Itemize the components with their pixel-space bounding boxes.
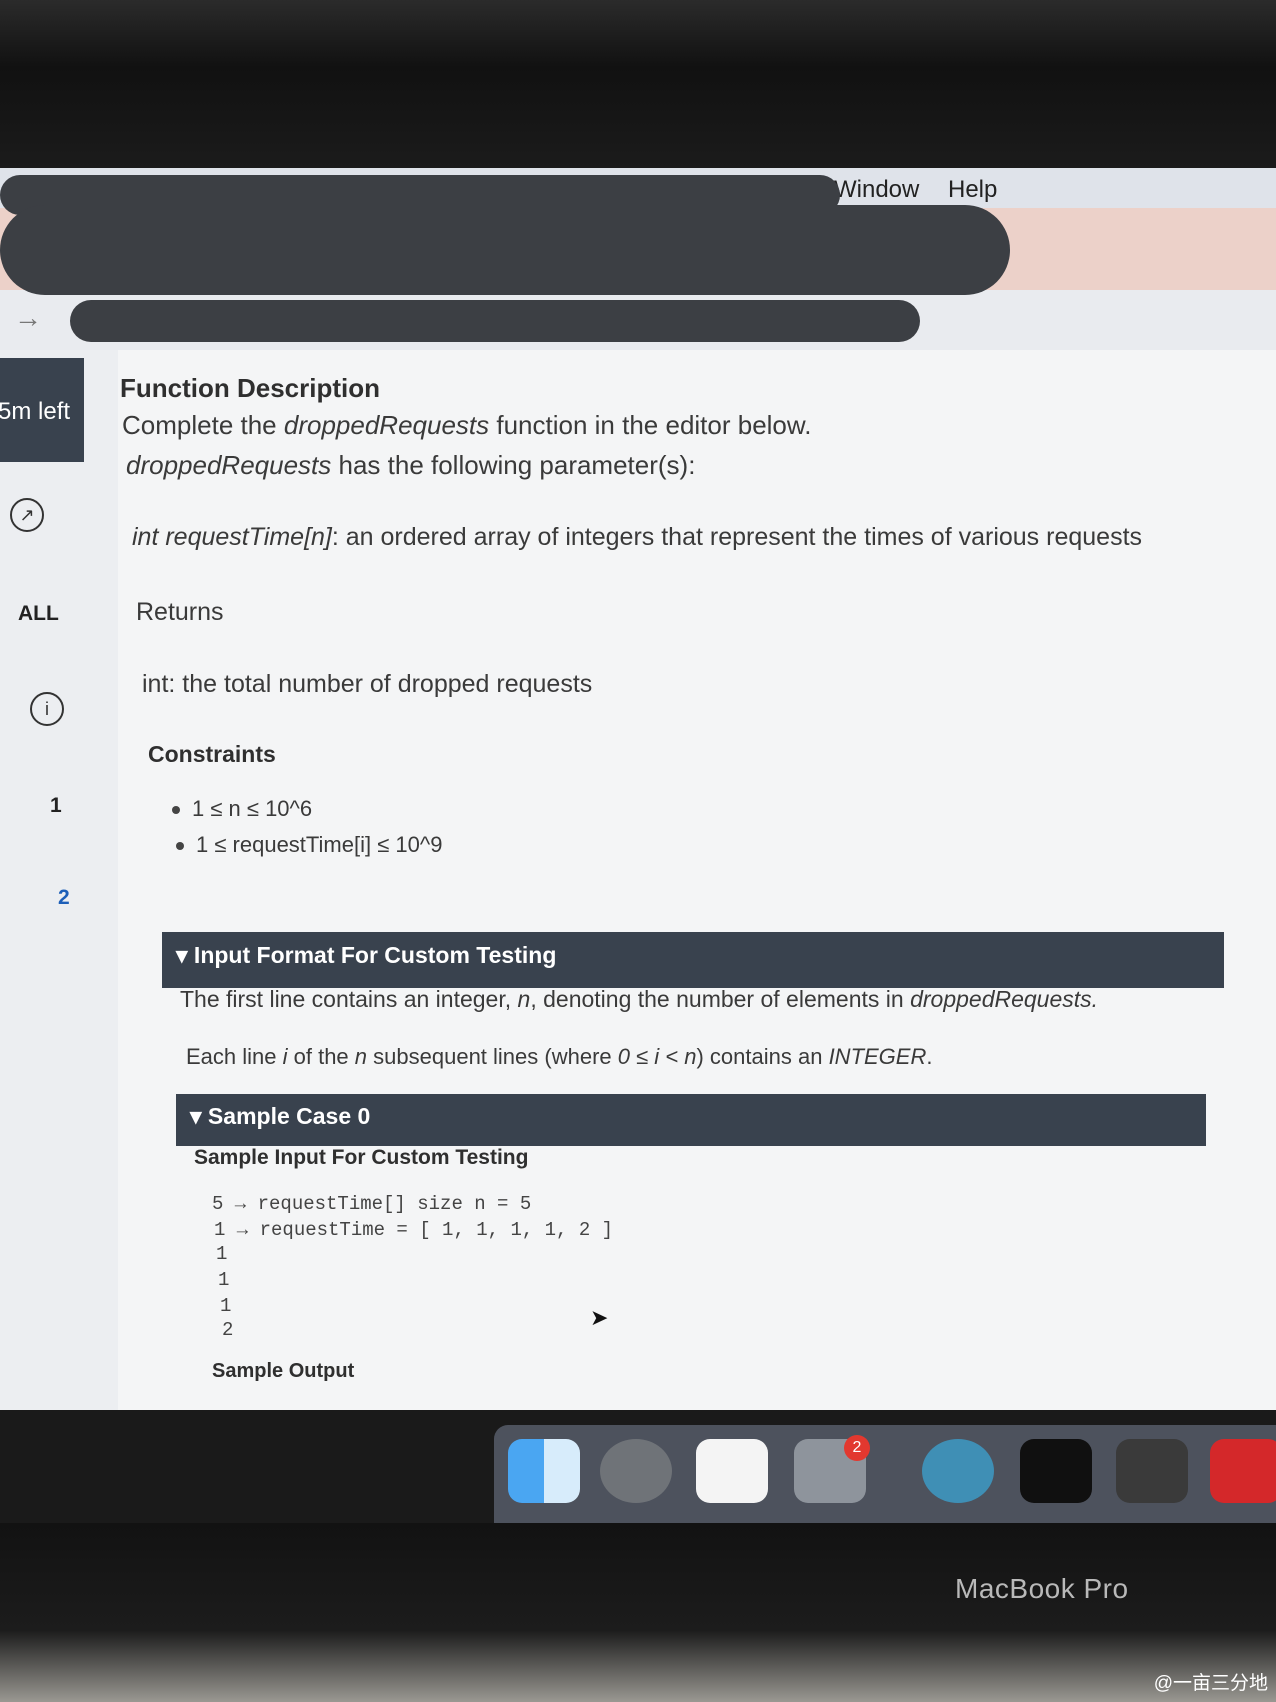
constraints-heading: Constraints — [148, 741, 276, 767]
reminders-icon[interactable] — [696, 1439, 768, 1503]
constraint-2: 1 ≤ requestTime[i] ≤ 10^9 — [196, 832, 443, 857]
input-format-title: ▾ Input Format For Custom Testing — [176, 942, 557, 968]
fd-line-1: Complete the droppedRequests function in… — [122, 410, 812, 440]
info-icon[interactable]: i — [30, 692, 64, 726]
back-arrow-icon[interactable]: → — [14, 302, 42, 334]
sample-output-heading: Sample Output — [212, 1360, 355, 1382]
input-format-line-2: Each line i of the n subsequent lines (w… — [186, 1044, 933, 1069]
sample-input-heading: Sample Input For Custom Testing — [194, 1146, 529, 1169]
returns-heading: Returns — [136, 598, 224, 626]
timer-text: 5m left — [0, 398, 71, 425]
menu-window[interactable]: Window — [834, 176, 919, 204]
function-description-heading: Function Description — [120, 373, 380, 403]
launchpad-icon[interactable] — [600, 1439, 672, 1503]
redaction-mark — [70, 300, 920, 342]
timer-badge: 5m left — [0, 358, 84, 462]
fd-line-2: droppedRequests has the following parame… — [126, 450, 696, 480]
sublime-text-icon[interactable] — [1116, 1439, 1188, 1503]
sample-input-line: 5 → requestTime[] size n = 5 — [212, 1193, 532, 1215]
sample-case-0-header[interactable]: ▾ Sample Case 0 — [176, 1094, 1206, 1146]
returns-text: int: the total number of dropped request… — [142, 670, 593, 698]
network-app-icon[interactable] — [922, 1439, 994, 1503]
sample-input-line: 1 — [218, 1269, 230, 1291]
notification-badge: 2 — [844, 1435, 870, 1461]
sample-input-line: 1 — [216, 1243, 228, 1265]
parameter-description: int requestTime[n]: an ordered array of … — [132, 523, 1143, 551]
bullet — [176, 842, 184, 850]
sidebar-item-2[interactable]: 2 — [58, 886, 70, 910]
menu-help[interactable]: Help — [948, 176, 997, 204]
input-format-header[interactable]: ▾ Input Format For Custom Testing — [162, 932, 1224, 988]
share-icon[interactable]: ↗ — [10, 498, 44, 532]
sidebar-item-1[interactable]: 1 — [50, 794, 62, 818]
watermark: @一亩三分地 — [1153, 1673, 1268, 1694]
redaction-mark — [0, 205, 1010, 295]
terminal-icon[interactable] — [1020, 1439, 1092, 1503]
sample-input-line: 2 — [222, 1319, 234, 1341]
bullet — [172, 806, 180, 814]
laptop-bezel-top — [0, 0, 1276, 168]
acrobat-icon[interactable] — [1210, 1439, 1276, 1503]
dock: 2 — [494, 1425, 1276, 1523]
problem-statement — [118, 350, 1276, 1410]
device-label: MacBook Pro — [955, 1573, 1129, 1604]
sample-input-line: 1 → requestTime = [ 1, 1, 1, 1, 2 ] — [214, 1219, 614, 1241]
sample-case-0-title: ▾ Sample Case 0 — [190, 1103, 371, 1129]
mouse-cursor-icon: ➤ — [590, 1305, 609, 1330]
constraint-1: 1 ≤ n ≤ 10^6 — [192, 796, 313, 821]
sidebar-item-all[interactable]: ALL — [18, 602, 59, 626]
sample-input-line: 1 — [220, 1295, 232, 1317]
laptop-bezel-bottom — [0, 1523, 1276, 1702]
finder-icon[interactable] — [508, 1439, 580, 1503]
input-format-line-1: The first line contains an integer, n, d… — [180, 986, 1099, 1012]
